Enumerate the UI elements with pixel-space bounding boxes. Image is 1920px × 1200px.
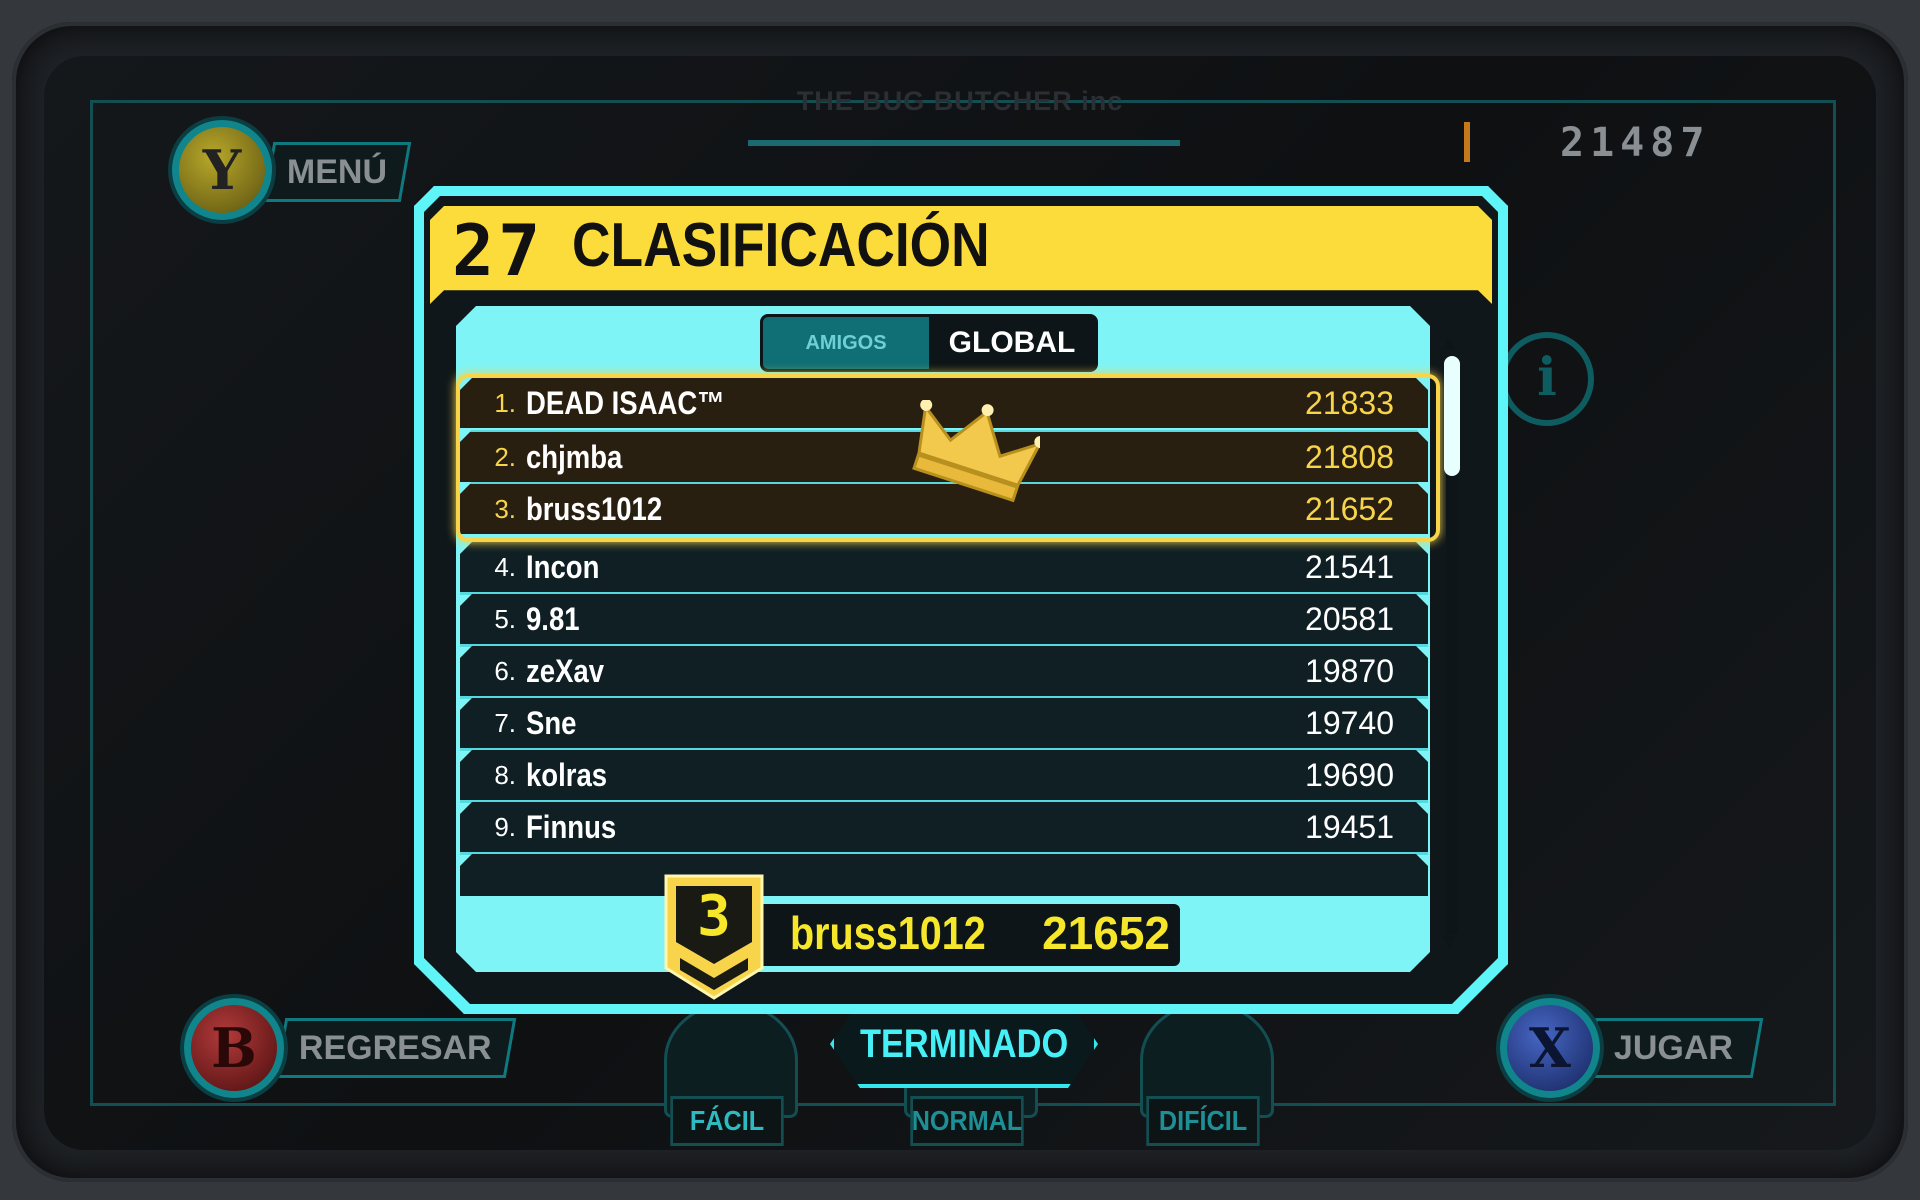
- leaderboard-row: 7. Sne 19740: [460, 698, 1428, 751]
- menu-button[interactable]: MENÚ: [262, 142, 412, 202]
- row-rank: 6.: [494, 655, 516, 686]
- orange-marker: [1464, 122, 1470, 162]
- scrollbar-thumb[interactable]: [1444, 356, 1460, 476]
- row-name: DEAD ISAAC™: [526, 384, 725, 421]
- leaderboard-row: 9. Finnus 19451: [460, 802, 1428, 855]
- row-name: chjmba: [526, 438, 623, 475]
- difficulty-easy[interactable]: FÁCIL: [670, 1096, 784, 1146]
- crown-icon: [912, 400, 1040, 503]
- y-key-icon[interactable]: Y: [172, 120, 272, 220]
- leaderboard-row: 4. Incon 21541: [460, 542, 1428, 595]
- leaderboard-row: 5. 9.81 20581: [460, 594, 1428, 647]
- leaderboard-row: 6. zeXav 19870: [460, 646, 1428, 699]
- difficulty-normal[interactable]: NORMAL: [910, 1096, 1024, 1146]
- row-score: 19690: [1305, 756, 1394, 793]
- row-rank: 2.: [494, 441, 516, 472]
- play-button[interactable]: JUGAR: [1584, 1018, 1764, 1078]
- row-score: 21652: [1305, 490, 1394, 527]
- row-rank: 1.: [494, 387, 516, 418]
- back-label: REGRESAR: [299, 1028, 492, 1067]
- total-score: 21487: [1560, 120, 1711, 166]
- leaderboard-row-partial: [460, 854, 1428, 896]
- row-name: Finnus: [526, 808, 617, 845]
- leaderboard-tabs: AMIGOS GLOBAL: [760, 314, 1098, 372]
- row-score: 21808: [1305, 438, 1394, 475]
- row-rank: 5.: [494, 603, 516, 634]
- row-score: 21833: [1305, 384, 1394, 421]
- row-name: bruss1012: [526, 490, 663, 527]
- top-bar-line: [748, 140, 1180, 146]
- row-name: Incon: [526, 548, 600, 585]
- player-score: 21652: [1042, 907, 1170, 959]
- level-number: 27: [452, 210, 545, 292]
- back-button[interactable]: REGRESAR: [274, 1018, 516, 1078]
- row-rank: 9.: [494, 811, 516, 842]
- b-key-icon[interactable]: B: [184, 998, 284, 1098]
- row-rank: 4.: [494, 551, 516, 582]
- row-score: 19740: [1305, 704, 1394, 741]
- x-key-icon[interactable]: X: [1500, 998, 1600, 1098]
- scroll-up-arrow-icon[interactable]: ▲: [1438, 330, 1460, 356]
- difficulty-hard[interactable]: DIFÍCIL: [1146, 1096, 1260, 1146]
- studio-title: THE BUG BUTCHER inc: [796, 86, 1124, 116]
- scroll-down-arrow-icon[interactable]: ▼: [1438, 928, 1460, 954]
- row-name: kolras: [526, 756, 608, 793]
- row-score: 19451: [1305, 808, 1394, 845]
- info-icon[interactable]: i: [1500, 332, 1594, 426]
- menu-label: MENÚ: [287, 152, 388, 191]
- row-score: 19870: [1305, 652, 1394, 689]
- row-name: 9.81: [526, 600, 580, 637]
- row-score: 21541: [1305, 548, 1394, 585]
- player-rank: 3: [697, 884, 731, 949]
- row-rank: 8.: [494, 759, 516, 790]
- row-name: zeXav: [526, 652, 605, 689]
- row-rank: 7.: [494, 707, 516, 738]
- row-name: Sne: [526, 704, 577, 741]
- row-rank: 3.: [494, 493, 516, 524]
- tab-global[interactable]: GLOBAL: [929, 317, 1095, 369]
- row-score: 20581: [1305, 600, 1394, 637]
- tab-friends[interactable]: AMIGOS: [763, 317, 929, 369]
- panel-title: CLASIFICACIÓN: [572, 211, 990, 280]
- leaderboard-row: 8. kolras 19690: [460, 750, 1428, 803]
- player-name: bruss1012: [790, 907, 986, 959]
- completed-label: TERMINADO: [859, 1021, 1069, 1066]
- play-label: JUGAR: [1614, 1028, 1734, 1067]
